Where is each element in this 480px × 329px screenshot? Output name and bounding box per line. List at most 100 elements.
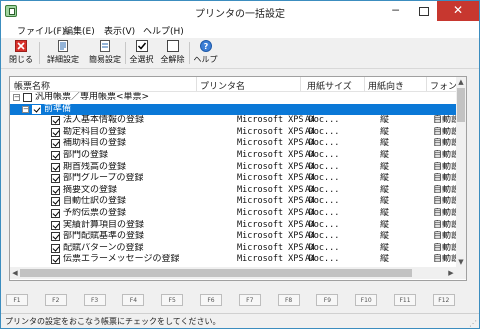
checkbox-checked[interactable] <box>51 197 60 207</box>
vertical-scroll-thumb[interactable] <box>457 88 465 122</box>
status-message: プリンタの設定をおこなう帳票にチェックをしてください。 <box>5 317 221 326</box>
function-key-f12[interactable]: F12 <box>432 294 455 306</box>
detail-settings-label: 詳細設定 <box>47 55 79 64</box>
checkbox-checked[interactable] <box>51 255 60 265</box>
minimize-button[interactable]: ─ <box>381 1 410 21</box>
function-key-f7[interactable]: F7 <box>238 294 261 306</box>
table-row[interactable]: 部門の登録Microsoft XPS Doc...A4縦自動設 <box>10 150 456 161</box>
function-key-f9[interactable]: F9 <box>316 294 339 306</box>
deselect-all-button[interactable]: 全解除 <box>159 39 186 67</box>
checkbox-checked[interactable] <box>51 209 60 218</box>
checkbox-checked-icon <box>135 40 148 52</box>
column-divider[interactable] <box>300 77 301 91</box>
close-icon <box>15 40 27 52</box>
checkbox-checked[interactable] <box>51 185 60 195</box>
table-row[interactable]: 補助科目の登録Microsoft XPS Doc...A4縦自動設 <box>10 138 456 149</box>
svg-text:?: ? <box>203 42 208 51</box>
column-divider[interactable] <box>426 77 427 91</box>
checkbox-checked[interactable] <box>51 151 60 160</box>
table-row[interactable]: 伝票エラーメッセージの登録Microsoft XPS Doc...A4縦自動設 <box>10 254 456 265</box>
checkbox-checked[interactable] <box>51 162 60 172</box>
menu-bar: ファイル(F) 編集(E) 表示(V) ヘルプ(H) <box>1 22 479 38</box>
font-cell: 自動設 <box>433 196 456 207</box>
checkbox-unchecked[interactable] <box>23 93 32 102</box>
table-row[interactable]: 予約伝票の登録Microsoft XPS Doc...A4縦自動設 <box>10 208 456 219</box>
simple-settings-button[interactable]: 簡易設定 <box>87 39 123 67</box>
paper-size-cell: A4 <box>305 254 316 265</box>
help-button[interactable]: ? ヘルプ <box>192 39 219 67</box>
column-report-name[interactable]: 帳票名称 <box>14 79 50 92</box>
function-key-f8[interactable]: F8 <box>277 294 300 306</box>
function-key-f4[interactable]: F4 <box>122 294 145 306</box>
table-row[interactable]: 法人基本情報の登録Microsoft XPS Doc...A4縦自動設 <box>10 115 456 126</box>
column-divider[interactable] <box>364 77 365 91</box>
report-list[interactable]: 帳票名称 プリンタ名 用紙サイズ 用紙向き フォン − 汎用帳票／専用帳票<単票>… <box>9 76 467 281</box>
select-all-button[interactable]: 全選択 <box>128 39 155 67</box>
checkbox-checked[interactable] <box>51 174 60 184</box>
checkbox-checked[interactable] <box>51 232 60 242</box>
checkbox-checked[interactable] <box>51 139 60 149</box>
horizontal-scrollbar[interactable]: ◀ ▶ <box>10 267 456 279</box>
table-row[interactable]: 自動仕訳の登録Microsoft XPS Doc...A4縦自動設 <box>10 196 456 207</box>
close-button[interactable]: 閉じる <box>7 39 35 67</box>
report-name-cell: 勘定科目の登録 <box>63 126 127 137</box>
toolbar: 閉じる 詳細設定 簡易設定 全選択 全解除 ? ヘルプ <box>1 38 479 69</box>
simple-list-icon <box>100 40 110 52</box>
menu-view[interactable]: 表示(V) <box>104 24 135 37</box>
vertical-scrollbar[interactable]: ▲ ▼ <box>456 77 466 267</box>
table-row[interactable]: 期首残高の登録Microsoft XPS Doc...A4縦自動設 <box>10 162 456 173</box>
table-row[interactable]: 勘定科目の登録Microsoft XPS Doc...A4縦自動設 <box>10 127 456 138</box>
title-bar[interactable]: プリンタの一括設定 ─ ✕ <box>1 1 479 22</box>
menu-edit[interactable]: 編集(E) <box>64 24 95 37</box>
menu-file[interactable]: ファイル(F) <box>17 24 65 37</box>
function-key-bar: F1 F2 F3 F4 F5 F6 F7 F8 F9 F10 F11 F12 <box>1 290 479 310</box>
menu-help[interactable]: ヘルプ(H) <box>143 24 184 37</box>
resize-grip-icon[interactable]: ⋰ <box>469 319 477 328</box>
column-printer-name[interactable]: プリンタ名 <box>200 79 245 92</box>
table-row[interactable]: 配賦パターンの登録Microsoft XPS Doc...A4縦自動設 <box>10 243 456 254</box>
column-paper-size[interactable]: 用紙サイズ <box>307 79 352 92</box>
checkbox-checked[interactable] <box>51 127 60 137</box>
column-divider[interactable] <box>196 77 197 91</box>
checkbox-checked[interactable] <box>51 243 60 253</box>
column-paper-orientation[interactable]: 用紙向き <box>368 79 404 92</box>
maximize-button[interactable] <box>410 1 437 21</box>
horizontal-scroll-thumb[interactable] <box>20 269 412 277</box>
function-key-f6[interactable]: F6 <box>200 294 222 306</box>
checkbox-checked[interactable] <box>51 220 60 230</box>
table-row[interactable]: 実績計算項目の登録Microsoft XPS Doc...A4縦自動設 <box>10 220 456 231</box>
scroll-up-icon[interactable]: ▲ <box>456 77 466 87</box>
table-row[interactable]: − 前準備 <box>10 103 456 115</box>
scroll-right-icon[interactable]: ▶ <box>446 267 456 279</box>
paper-size-cell: A4 <box>305 161 316 172</box>
checkbox-checked[interactable] <box>32 104 41 114</box>
report-name-cell: 実績計算項目の登録 <box>63 219 145 230</box>
list-rows: − 汎用帳票／専用帳票<単票> − 前準備 法人基本情報の登録 Microsoft XPS… <box>10 92 456 267</box>
paper-orientation-cell: 縦 <box>380 208 390 218</box>
checkbox-empty-icon <box>166 40 179 52</box>
font-cell: 自動設 <box>433 138 456 149</box>
checkbox-checked[interactable] <box>51 116 60 126</box>
paper-size-cell: A4 <box>305 219 316 230</box>
paper-orientation-cell: 縦 <box>380 184 390 195</box>
collapse-icon[interactable]: − <box>13 94 20 101</box>
paper-orientation-cell: 縦 <box>380 242 390 253</box>
function-key-f10[interactable]: F10 <box>355 294 378 306</box>
collapse-icon[interactable]: − <box>22 105 29 113</box>
table-row[interactable]: − 汎用帳票／専用帳票<単票> <box>10 92 456 103</box>
table-row[interactable]: 部門配賦基準の登録Microsoft XPS Doc...A4縦自動設 <box>10 231 456 242</box>
scroll-left-icon[interactable]: ◀ <box>10 267 20 279</box>
report-name-cell: 期首残高の登録 <box>63 161 127 172</box>
function-key-f2[interactable]: F2 <box>44 294 67 306</box>
function-key-f1[interactable]: F1 <box>6 294 28 306</box>
detail-settings-button[interactable]: 詳細設定 <box>44 39 82 67</box>
function-key-f5[interactable]: F5 <box>161 294 184 306</box>
column-font[interactable]: フォン <box>430 79 457 92</box>
function-key-f3[interactable]: F3 <box>83 294 106 306</box>
close-window-button[interactable]: ✕ <box>437 1 479 21</box>
function-key-f11[interactable]: F11 <box>394 294 416 306</box>
font-cell: 自動設 <box>433 161 456 172</box>
table-row[interactable]: 摘要文の登録Microsoft XPS Doc...A4縦自動設 <box>10 185 456 196</box>
scroll-down-icon[interactable]: ▼ <box>456 257 466 267</box>
table-row[interactable]: 部門グループの登録Microsoft XPS Doc...A4縦自動設 <box>10 173 456 184</box>
